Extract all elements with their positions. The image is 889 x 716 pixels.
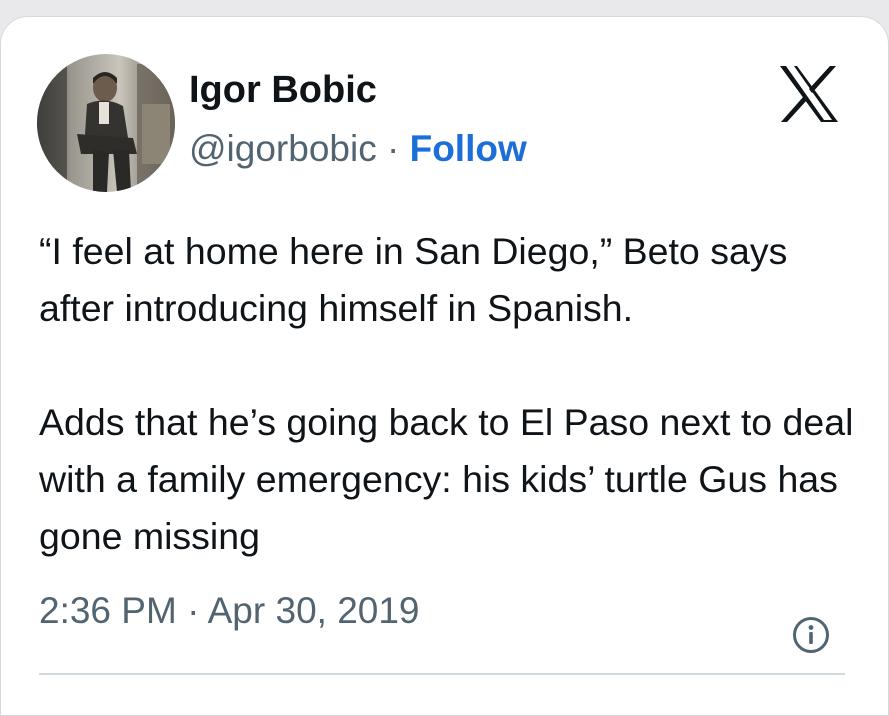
tweet-timestamp[interactable]: 2:36 PM · Apr 30, 2019 — [39, 590, 420, 632]
author-name[interactable]: Igor Bobic — [189, 69, 377, 112]
avatar[interactable] — [37, 54, 175, 192]
author-handle[interactable]: @igorbobic — [189, 128, 377, 169]
tweet-paragraph: Adds that he’s going back to El Paso nex… — [39, 401, 854, 557]
tweet-text: “I feel at home here in San Diego,” Beto… — [39, 223, 859, 565]
tweet-card: Igor Bobic @igorbobic · Follow “I feel a… — [0, 16, 889, 716]
follow-button[interactable]: Follow — [410, 128, 527, 169]
divider — [39, 673, 845, 675]
handle-separator: · — [387, 128, 400, 169]
tweet-paragraph: “I feel at home here in San Diego,” Beto… — [39, 230, 788, 329]
info-icon[interactable] — [792, 616, 830, 654]
profile-photo — [37, 54, 175, 192]
author-handle-row: @igorbobic · Follow — [189, 128, 527, 170]
x-logo-icon[interactable] — [778, 65, 840, 123]
